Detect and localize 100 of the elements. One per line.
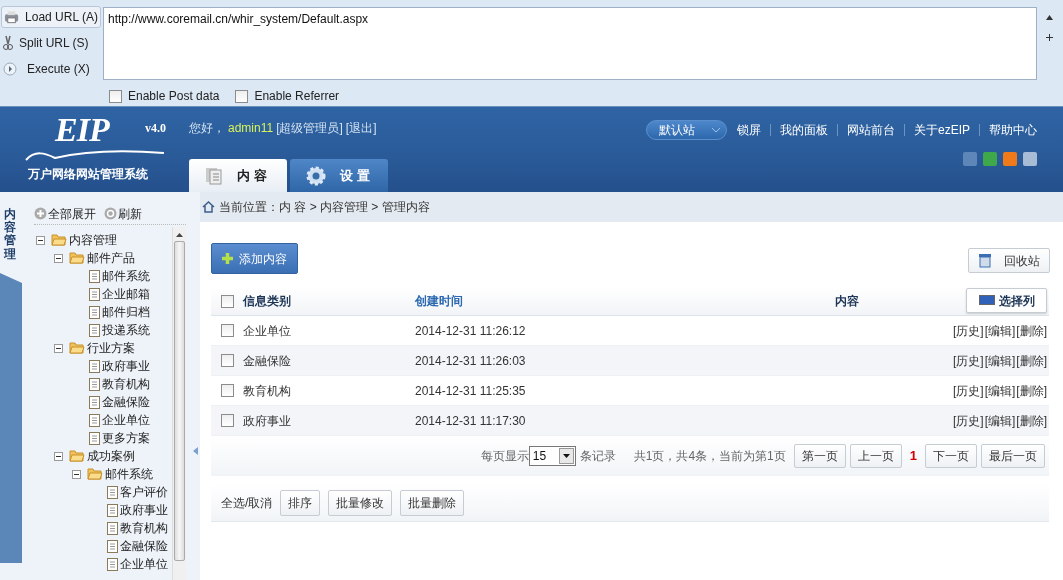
action-link[interactable]: [编辑]	[984, 321, 1016, 340]
bulk-button[interactable]: 排序	[280, 489, 321, 516]
tree-item[interactable]: 投递系统	[102, 321, 150, 339]
pager-button[interactable]: 上一页	[849, 444, 902, 468]
scroll-up-icon[interactable]	[176, 233, 183, 237]
action-link[interactable]: [删除]	[1016, 321, 1047, 340]
action-link[interactable]: [历史]	[953, 321, 984, 340]
document-icon	[89, 359, 100, 373]
tree-item[interactable]: 邮件归档	[102, 303, 150, 321]
home-icon	[202, 201, 215, 213]
pager-button[interactable]: 第一页	[793, 444, 846, 468]
pager-button[interactable]: 最后一页	[981, 444, 1045, 468]
tree-item[interactable]: 金融保险	[102, 393, 150, 411]
collapse-toggle[interactable]	[54, 343, 63, 353]
nav-tab[interactable]: 内 容	[189, 159, 287, 192]
logout-link[interactable]: [退出]	[345, 119, 377, 137]
collapse-toggle[interactable]	[54, 451, 63, 461]
collapse-toggle[interactable]	[36, 235, 45, 245]
site-dropdown[interactable]: 默认站	[646, 120, 727, 140]
role-link[interactable]: [超级管理员]	[276, 119, 343, 137]
theme-swatch[interactable]	[963, 152, 977, 166]
scrollbar[interactable]	[172, 227, 186, 580]
tree-item[interactable]: 内容管理	[69, 231, 117, 249]
header-link[interactable]: 网站前台	[847, 121, 895, 139]
bulk-button[interactable]: 批量修改	[328, 489, 393, 516]
scroll-up-icon[interactable]	[1045, 15, 1053, 20]
document-icon	[107, 485, 118, 499]
toolbar-button[interactable]: Execute (X)	[1, 58, 101, 80]
document-icon	[89, 269, 100, 283]
tree-item[interactable]: 企业单位	[102, 411, 150, 429]
recycle-bin-button[interactable]: 回收站	[968, 248, 1050, 273]
chevron-down-icon	[712, 127, 720, 133]
action-link[interactable]: [历史]	[953, 351, 984, 370]
row-checkbox[interactable]	[221, 384, 234, 397]
tree-item[interactable]: 邮件产品	[87, 249, 135, 267]
checkbox[interactable]	[109, 89, 122, 103]
plus-icon[interactable]	[1045, 34, 1053, 41]
column-header[interactable]: 创建时间	[415, 292, 835, 310]
checkbox[interactable]	[235, 89, 249, 103]
add-content-button[interactable]: 添加内容	[211, 243, 298, 274]
column-header: 信息类别	[243, 293, 292, 310]
action-link[interactable]: [历史]	[953, 411, 984, 430]
header-link[interactable]: 锁屏	[737, 121, 761, 139]
page-summary: 共1页，共4条，当前为第1页	[633, 448, 786, 465]
expand-all-link[interactable]: 全部展开	[48, 204, 96, 223]
current-page: 1	[909, 447, 917, 466]
select-all-checkbox[interactable]	[221, 294, 234, 308]
action-link[interactable]: [删除]	[1016, 381, 1047, 400]
document-icon	[107, 521, 118, 535]
tree-item[interactable]: 行业方案	[87, 339, 135, 357]
dropdown-arrow-icon	[562, 454, 570, 458]
per-page-select[interactable]: 15	[528, 446, 576, 466]
document-icon	[107, 539, 118, 553]
action-link[interactable]: [编辑]	[984, 381, 1016, 400]
tree-item[interactable]: 更多方案	[102, 429, 150, 447]
header-link[interactable]: 我的面板	[780, 121, 828, 139]
toolbar-button[interactable]: Split URL (S)	[1, 32, 101, 54]
header-link[interactable]: 帮助中心	[989, 121, 1037, 139]
refresh-link[interactable]: 刷新	[118, 204, 142, 223]
nav-tab[interactable]: 设 置	[290, 159, 388, 192]
tree-item[interactable]: 教育机构	[120, 519, 168, 537]
theme-swatch[interactable]	[983, 152, 997, 166]
trash-icon	[978, 253, 992, 268]
refresh-icon	[104, 207, 117, 220]
bulk-button[interactable]: 批量删除	[400, 489, 465, 516]
toolbar-button[interactable]: Load URL (A)	[1, 6, 101, 28]
pager-button[interactable]: 下一页	[925, 444, 977, 468]
theme-swatch[interactable]	[1023, 152, 1037, 166]
row-checkbox[interactable]	[221, 414, 234, 427]
table-cell-text: 2014-12-31 11:17:30	[415, 412, 526, 430]
tree-item[interactable]: 教育机构	[102, 375, 150, 393]
tree-item[interactable]: 邮件系统	[102, 267, 150, 285]
url-field[interactable]: http://www.coremail.cn/whir_system/Default.aspx	[103, 7, 1037, 80]
table-row[interactable]: 金融保险 2014-12-31 11:26:03 [历史][编辑][删除]	[211, 346, 1049, 376]
header-link[interactable]: 关于ezEIP	[914, 121, 970, 139]
action-link[interactable]: [编辑]	[984, 351, 1016, 370]
tree-item[interactable]: 企业邮箱	[102, 285, 150, 303]
tree-item[interactable]: 政府事业	[120, 501, 168, 519]
action-link[interactable]: [编辑]	[984, 411, 1016, 430]
theme-swatch[interactable]	[1003, 152, 1017, 166]
tree-item[interactable]: 邮件系统	[105, 465, 153, 483]
logo-subtitle: 万户网络网站管理系统	[28, 166, 148, 183]
select-all-link[interactable]: 全选/取消	[221, 493, 273, 512]
action-link[interactable]: [删除]	[1016, 411, 1047, 430]
collapse-toggle[interactable]	[72, 469, 81, 479]
collapse-arrow-icon[interactable]	[193, 447, 198, 455]
tree-item[interactable]: 金融保险	[120, 537, 168, 555]
tree-item[interactable]: 成功案例	[87, 447, 135, 465]
tree-item[interactable]: 政府事业	[102, 357, 150, 375]
tree-item[interactable]: 企业单位	[120, 555, 168, 573]
folder-icon	[69, 450, 85, 462]
row-checkbox[interactable]	[221, 324, 234, 337]
row-checkbox[interactable]	[221, 354, 234, 367]
username: admin11	[228, 120, 274, 137]
tree-item[interactable]: 客户评价	[120, 483, 168, 501]
collapse-toggle[interactable]	[54, 253, 63, 263]
action-link[interactable]: [删除]	[1016, 351, 1047, 370]
action-link[interactable]: [历史]	[953, 381, 984, 400]
table-row[interactable]: 政府事业 2014-12-31 11:17:30 [历史][编辑][删除]	[211, 406, 1049, 436]
choose-columns-button[interactable]: 选择列	[966, 288, 1047, 313]
